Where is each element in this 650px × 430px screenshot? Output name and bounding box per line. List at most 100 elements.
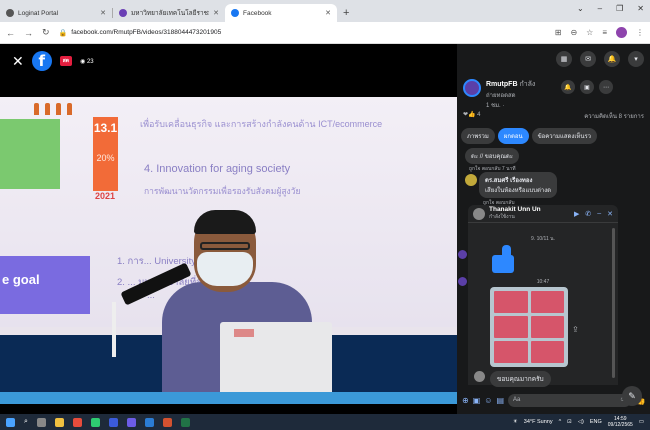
clock[interactable]: 14:59 09/12/2565 (608, 416, 633, 428)
zoom-icon[interactable]: ⊖ (570, 28, 577, 37)
comment-count[interactable]: ความคิดเห็น 8 รายการ (584, 111, 644, 121)
system-tray: ☀ 34°F Sunny ^ ⊡ ◁) ENG 14:59 09/12/2565… (513, 416, 644, 428)
microphone-stand (112, 302, 116, 357)
volume-icon[interactable]: ◁) (578, 419, 584, 425)
bookmark-star-icon[interactable]: ☆ (586, 28, 593, 37)
minimize-icon[interactable]: – (598, 4, 602, 13)
phone-icon[interactable]: ✆ (585, 210, 591, 218)
gif-icon[interactable]: ▤ (496, 396, 504, 405)
more-options-icon[interactable]: ⋯ (599, 80, 613, 94)
browser-tab[interactable]: มหาวิทยาลัยเทคโนโลยีราชมงคลพระนคร ✕ (113, 4, 225, 22)
tab-comments[interactable]: ผกตอน (497, 128, 529, 144)
page-info: RmutpFB กำลัง ถ่ายทอดสด 1 ชม. · (463, 79, 535, 110)
tab-overview[interactable]: ภาพรวม (461, 128, 495, 144)
chat-contact-avatar[interactable] (458, 277, 467, 286)
apps-grid-icon[interactable]: ▦ (556, 51, 572, 67)
chat-timestamp: 10:47 (536, 279, 550, 285)
tab-captions[interactable]: ข้อความแสดงเห็นรว (531, 128, 598, 144)
tab-close-icon[interactable]: ✕ (325, 9, 331, 17)
account-menu-icon[interactable]: ▾ (628, 51, 644, 67)
reload-icon[interactable]: ↻ (42, 27, 50, 38)
video-player[interactable]: ✕ f สด ◉ 23 13.1 20% 2021 เพื่อรับเคลื่อ… (0, 44, 457, 414)
video-call-icon[interactable]: ▶ (574, 210, 579, 218)
comment-text: เสียงในห้องหรือแบบต่างด (485, 188, 552, 194)
comment-avatar[interactable] (465, 174, 477, 186)
menu-icon[interactable]: ⋮ (636, 28, 644, 37)
reaction-count-value: 4 (477, 112, 481, 118)
share-icon[interactable]: ⇪ (572, 325, 579, 334)
weather-icon[interactable]: ☀ (513, 419, 518, 425)
word-icon[interactable] (144, 417, 154, 427)
new-message-icon[interactable]: ✎ (622, 386, 642, 406)
search-icon[interactable]: ⌕ (24, 418, 28, 426)
save-icon[interactable]: ▣ (580, 80, 594, 94)
app-icon[interactable] (126, 417, 136, 427)
chat-scrollbar[interactable] (612, 228, 615, 378)
reaction-count[interactable]: ❤👍 4 (463, 111, 481, 121)
tray-chevron-icon[interactable]: ^ (559, 419, 562, 425)
tab-close-icon[interactable]: ✕ (213, 9, 219, 17)
notification-bell-icon[interactable]: 🔔 (561, 80, 575, 94)
network-icon[interactable]: ⊡ (567, 419, 572, 425)
slide-goal-box: e goal (0, 256, 90, 314)
chrome-icon[interactable] (72, 417, 82, 427)
lock-icon[interactable]: 🔒 (59, 29, 68, 37)
browser-tab-active[interactable]: Facebook ✕ (225, 4, 337, 22)
panel-tabs: ภาพรวม ผกตอน ข้อความแสดงเห็นรว (461, 128, 598, 144)
tab-search-icon[interactable]: ⌄ (577, 4, 584, 13)
plus-icon[interactable]: ⊕ (462, 396, 469, 405)
start-icon[interactable] (6, 417, 15, 427)
url-field[interactable]: 🔒 facebook.com/RmutpFB/videos/3188044473… (59, 29, 546, 37)
chat-message-input[interactable]: Aa ☺ (508, 393, 631, 407)
presenter-hair (194, 210, 256, 234)
maximize-icon[interactable]: ❐ (616, 4, 623, 13)
tab-title: มหาวิทยาลัยเทคโนโลยีราชมงคลพระนคร (131, 10, 209, 17)
app-icon[interactable] (90, 417, 100, 427)
app-icon[interactable] (108, 417, 118, 427)
forward-icon[interactable]: → (24, 28, 33, 38)
close-video-icon[interactable]: ✕ (12, 53, 24, 70)
messenger-icon[interactable]: ✉ (580, 51, 596, 67)
chat-avatar[interactable] (473, 207, 485, 220)
chat-header[interactable]: Thanakit Unn Un กำลังใช้งาน ▶ ✆ – ✕ (468, 205, 618, 223)
file-explorer-icon[interactable] (54, 417, 64, 427)
powerpoint-icon[interactable] (162, 417, 172, 427)
page-time: 1 ชม. · (486, 103, 505, 109)
sticker-icon[interactable]: ☺ (484, 396, 492, 405)
page-name[interactable]: RmutpFB กำลัง (486, 79, 535, 90)
window-close-icon[interactable]: ✕ (637, 4, 644, 13)
viewer-count-value: 23 (86, 58, 94, 65)
new-tab-button[interactable]: + (343, 7, 349, 19)
back-icon[interactable]: ← (6, 28, 15, 38)
browser-tab-bar: Loginat Portal ✕ มหาวิทยาลัยเทคโนโลยีราช… (0, 0, 650, 22)
chat-contact-name[interactable]: Thanakit Unn Un (489, 206, 541, 213)
browser-tab[interactable]: Loginat Portal ✕ (0, 4, 112, 22)
close-chat-icon[interactable]: ✕ (607, 210, 613, 218)
image-icon[interactable]: ▣ (473, 396, 481, 405)
task-view-icon[interactable] (36, 417, 46, 427)
minimize-chat-icon[interactable]: – (597, 210, 601, 218)
reading-list-icon[interactable]: ≡ (602, 28, 607, 37)
tab-close-icon[interactable]: ✕ (100, 9, 106, 17)
notifications-icon[interactable]: 🔔 (604, 51, 620, 67)
presenter-mask (197, 252, 253, 286)
weather-text[interactable]: 34°F Sunny (524, 419, 553, 425)
chat-timestamp: 9. 10/11 น. (531, 236, 555, 242)
translate-icon[interactable]: ⊞ (555, 28, 562, 37)
comment-author[interactable]: ดร.สมศรี เรืองทอง (485, 175, 551, 185)
slide-text: เพื่อรับเคลื่อนธุรกิจ และการสร้างกำลังคน… (140, 119, 383, 129)
facebook-logo-icon[interactable]: f (31, 51, 52, 71)
notification-center-icon[interactable]: ▭ (639, 419, 644, 425)
page-avatar[interactable] (463, 79, 481, 97)
viewer-count: ◉ 23 (80, 58, 94, 65)
language-indicator[interactable]: ENG (590, 419, 602, 425)
profile-avatar[interactable] (616, 27, 627, 38)
chat-photo-attachment[interactable] (490, 287, 568, 367)
address-bar: ← → ↻ 🔒 facebook.com/RmutpFB/videos/3188… (0, 22, 650, 44)
page-subtitle: ถ่ายทอดสด (486, 93, 516, 99)
chat-contact-avatar[interactable] (458, 250, 467, 259)
excel-icon[interactable] (180, 417, 190, 427)
slide-bar-orange: 13.1 20% (93, 117, 118, 191)
slide-bar-percent: 20% (96, 153, 115, 163)
panel-top-actions: ▦ ✉ 🔔 ▾ (457, 44, 650, 74)
